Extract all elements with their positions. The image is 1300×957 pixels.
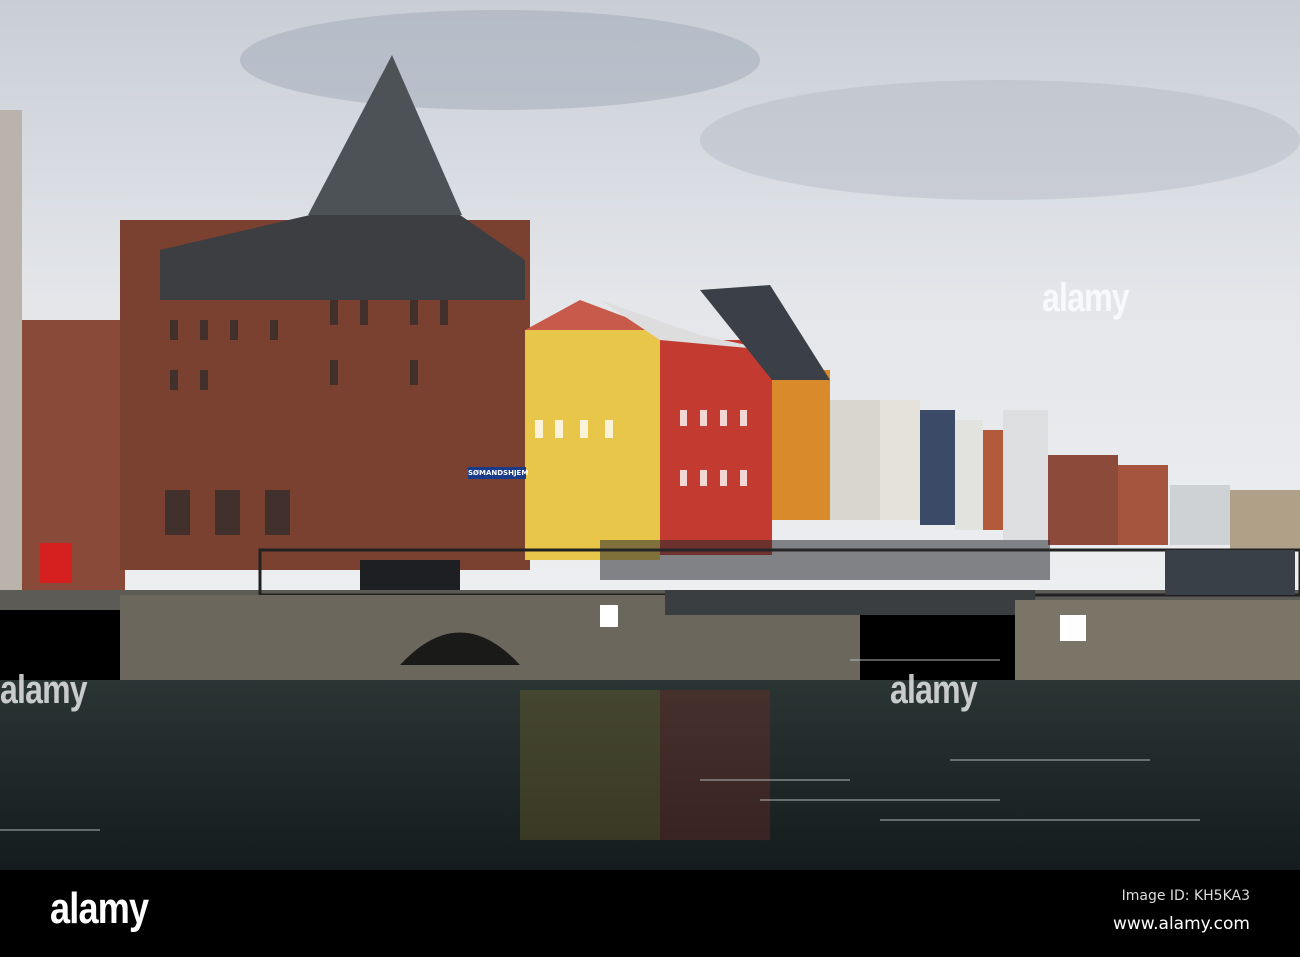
building-sign: SØMANDSHJEM xyxy=(468,467,529,479)
footer-bar: alamy Image ID: KH5KA3 www.alamy.com xyxy=(0,870,1300,957)
image-id: Image ID: KH5KA3 xyxy=(1121,888,1250,904)
alamy-logo: alamy xyxy=(50,884,149,933)
watermark: alamy xyxy=(1042,276,1130,320)
red-house xyxy=(660,340,772,555)
watermark: alamy xyxy=(890,668,978,712)
orange-house xyxy=(772,370,830,520)
nyhavn-canal-photo xyxy=(0,0,1300,870)
photo-frame: SØMANDSHJEM alamy alamy alamy alamy Imag… xyxy=(0,0,1300,957)
watermark: alamy xyxy=(0,668,88,712)
yellow-house xyxy=(525,330,660,560)
website-link[interactable]: www.alamy.com xyxy=(1113,914,1250,934)
